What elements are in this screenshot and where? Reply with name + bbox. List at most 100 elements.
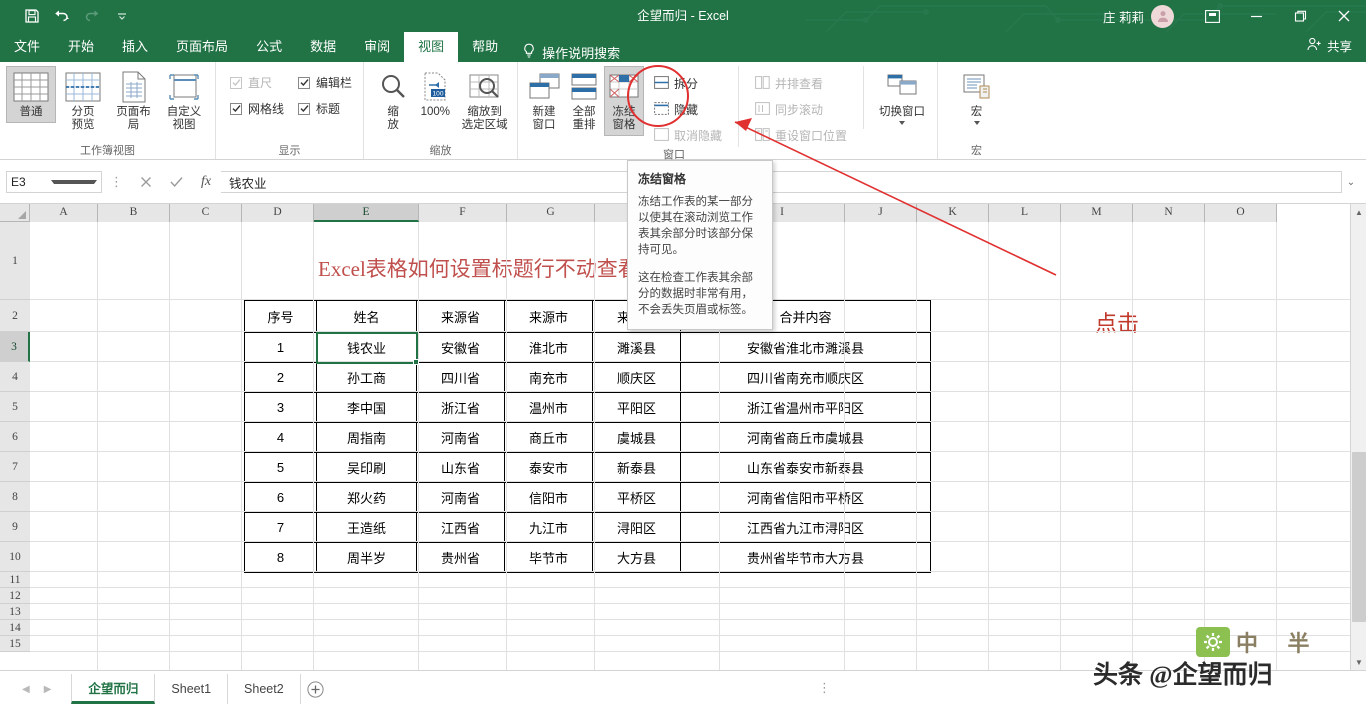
table-cell[interactable]: 2	[244, 362, 317, 393]
row-header-1[interactable]: 1	[0, 222, 30, 300]
tab-help[interactable]: 帮助	[458, 32, 512, 62]
table-cell[interactable]: 泰安市	[504, 452, 593, 483]
view-page-layout-button[interactable]: 页面布局	[110, 66, 157, 136]
save-button[interactable]	[18, 3, 46, 29]
avatar[interactable]	[1151, 4, 1174, 28]
table-header-cell[interactable]: 来源省	[416, 300, 505, 333]
column-header-j[interactable]: J	[845, 204, 917, 222]
zoom-to-selection-button[interactable]: 缩放到 选定区域	[458, 66, 511, 136]
sheet-tab-sheet2[interactable]: Sheet2	[228, 674, 301, 704]
tab-data[interactable]: 数据	[296, 32, 350, 62]
checkbox-formula-bar[interactable]: 编辑栏	[298, 74, 352, 91]
switch-windows-chevron-down-icon[interactable]	[899, 121, 906, 125]
tab-view[interactable]: 视图	[404, 32, 459, 62]
tab-file[interactable]: 文件	[0, 32, 54, 62]
table-cell[interactable]: 山东省泰安市新泰县	[680, 452, 931, 483]
redo-button[interactable]	[78, 3, 106, 29]
restore-icon[interactable]	[1278, 0, 1322, 32]
vertical-scrollbar[interactable]: ▲ ▼	[1350, 204, 1366, 670]
table-cell[interactable]: 郑火药	[316, 482, 417, 513]
hide-window-button[interactable]: 隐藏	[648, 98, 728, 121]
scroll-up-arrow-icon[interactable]: ▲	[1351, 204, 1366, 220]
table-cell[interactable]: 3	[244, 392, 317, 423]
table-cell[interactable]: 河南省信阳市平桥区	[680, 482, 931, 513]
view-normal-button[interactable]: 普通	[6, 66, 57, 123]
tab-insert[interactable]: 插入	[108, 32, 162, 62]
table-cell[interactable]: 浙江省	[416, 392, 505, 423]
row-header-4[interactable]: 4	[0, 362, 30, 392]
column-header-o[interactable]: O	[1205, 204, 1277, 222]
scroll-down-arrow-icon[interactable]: ▼	[1351, 654, 1366, 670]
zoom-100-button[interactable]: 100 100%	[414, 66, 456, 123]
row-header-2[interactable]: 2	[0, 300, 30, 332]
view-page-break-preview-button[interactable]: 分页 预览	[58, 66, 108, 136]
close-icon[interactable]	[1322, 0, 1366, 32]
split-button[interactable]: 拆分	[648, 72, 728, 95]
custom-views-button[interactable]: 自定义视图	[159, 66, 209, 136]
table-cell[interactable]: 温州市	[504, 392, 593, 423]
tell-me-search[interactable]: 操作说明搜索	[512, 43, 620, 62]
table-cell[interactable]: 南充市	[504, 362, 593, 393]
select-all-corner[interactable]	[0, 204, 30, 222]
table-header-cell[interactable]: 序号	[244, 300, 317, 333]
column-header-l[interactable]: L	[989, 204, 1061, 222]
row-header-15[interactable]: 15	[0, 636, 30, 652]
accept-icon[interactable]	[161, 171, 191, 193]
new-window-button[interactable]: 新建窗口	[524, 66, 564, 136]
column-header-e[interactable]: E	[314, 204, 419, 222]
table-cell[interactable]: 浔阳区	[592, 512, 681, 543]
table-cell[interactable]: 江西省九江市浔阳区	[680, 512, 931, 543]
name-box-chevron-down-icon[interactable]	[51, 180, 97, 184]
cancel-icon[interactable]	[131, 171, 161, 193]
table-cell[interactable]: 九江市	[504, 512, 593, 543]
column-header-a[interactable]: A	[30, 204, 98, 222]
formula-bar-handle[interactable]: ⋮	[110, 174, 123, 190]
table-cell[interactable]: 王造纸	[316, 512, 417, 543]
table-cell[interactable]: 河南省	[416, 422, 505, 453]
table-cell[interactable]: 淮北市	[504, 332, 593, 363]
row-header-6[interactable]: 6	[0, 422, 30, 452]
switch-windows-button[interactable]: 切换窗口	[870, 66, 934, 129]
tab-formulas[interactable]: 公式	[242, 32, 296, 62]
customize-quick-access-toolbar-button[interactable]	[108, 3, 136, 29]
add-sheet-icon[interactable]	[301, 674, 331, 704]
table-cell[interactable]: 四川省	[416, 362, 505, 393]
row-header-9[interactable]: 9	[0, 512, 30, 542]
column-header-f[interactable]: F	[419, 204, 507, 222]
table-cell[interactable]: 虞城县	[592, 422, 681, 453]
row-header-13[interactable]: 13	[0, 604, 30, 620]
row-header-10[interactable]: 10	[0, 542, 30, 572]
table-cell[interactable]: 周半岁	[316, 542, 417, 573]
fx-icon[interactable]: fx	[191, 171, 221, 193]
table-cell[interactable]: 6	[244, 482, 317, 513]
table-cell[interactable]: 新泰县	[592, 452, 681, 483]
column-header-b[interactable]: B	[98, 204, 170, 222]
tab-review[interactable]: 审阅	[350, 32, 404, 62]
macros-chevron-down-icon[interactable]	[973, 121, 980, 125]
table-cell[interactable]: 四川省南充市顺庆区	[680, 362, 931, 393]
sheet-tab-sheet1[interactable]: Sheet1	[155, 674, 229, 704]
undo-button[interactable]	[48, 3, 76, 29]
table-cell[interactable]: 平桥区	[592, 482, 681, 513]
table-cell[interactable]: 河南省	[416, 482, 505, 513]
table-cell[interactable]: 吴印刷	[316, 452, 417, 483]
column-header-k[interactable]: K	[917, 204, 989, 222]
table-cell[interactable]: 平阳区	[592, 392, 681, 423]
table-cell[interactable]: 江西省	[416, 512, 505, 543]
row-header-7[interactable]: 7	[0, 452, 30, 482]
column-header-m[interactable]: M	[1061, 204, 1133, 222]
table-cell[interactable]: 浙江省温州市平阳区	[680, 392, 931, 423]
tab-home[interactable]: 开始	[54, 32, 108, 62]
table-cell[interactable]: 贵州省	[416, 542, 505, 573]
column-header-g[interactable]: G	[507, 204, 595, 222]
table-cell[interactable]: 孙工商	[316, 362, 417, 393]
row-header-5[interactable]: 5	[0, 392, 30, 422]
formula-input[interactable]: 钱农业	[221, 171, 1342, 193]
table-cell[interactable]: 毕节市	[504, 542, 593, 573]
ribbon-display-options-icon[interactable]	[1190, 0, 1234, 32]
column-header-n[interactable]: N	[1133, 204, 1205, 222]
minimize-icon[interactable]	[1234, 0, 1278, 32]
table-cell[interactable]: 8	[244, 542, 317, 573]
table-cell[interactable]: 顺庆区	[592, 362, 681, 393]
table-cell[interactable]: 4	[244, 422, 317, 453]
